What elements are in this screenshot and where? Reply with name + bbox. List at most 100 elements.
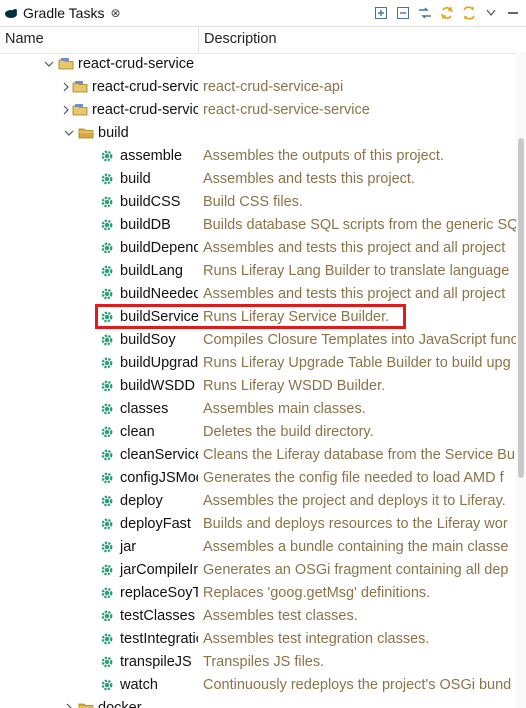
- task-row[interactable]: cleanServiceBuilder Cleans the Liferay da…: [0, 443, 516, 466]
- gear-icon: [100, 494, 114, 508]
- gear-icon: [100, 517, 114, 531]
- row-name: assemble: [120, 147, 183, 164]
- tree-node-row[interactable]: docker: [0, 696, 516, 708]
- row-description: [203, 696, 516, 708]
- task-row[interactable]: buildCSS Build CSS files.: [0, 190, 516, 213]
- column-name-header[interactable]: Name: [5, 31, 44, 47]
- task-row[interactable]: buildLang Runs Liferay Lang Builder to tr…: [0, 259, 516, 282]
- name-cell: replaceSoyTranslation: [100, 581, 198, 604]
- task-row[interactable]: deploy Assembles the project and deploys …: [0, 489, 516, 512]
- row-description: react-crud-service-api: [203, 78, 344, 95]
- task-row[interactable]: deployFast Builds and deploys resources t…: [0, 512, 516, 535]
- tab-gradle-tasks[interactable]: Gradle Tasks ⊗: [0, 0, 127, 25]
- highlight-box: [95, 304, 406, 329]
- gear-icon: [100, 678, 114, 692]
- task-row[interactable]: build Assembles and tests this project.: [0, 167, 516, 190]
- row-name: transpileJS: [120, 653, 192, 670]
- tree-node-row[interactable]: react-crud-service-api react-crud-service…: [0, 75, 516, 98]
- gear-icon: [100, 172, 114, 186]
- row-description: Cleans the Liferay database from the Ser…: [203, 446, 515, 463]
- chevron-down-icon[interactable]: [42, 60, 56, 68]
- name-cell: buildLang: [100, 259, 198, 282]
- tree-node-row[interactable]: build: [0, 121, 516, 144]
- row-description: Continuously redeploys the project's OSG…: [203, 676, 512, 693]
- expand-all-icon[interactable]: [372, 4, 390, 22]
- view-tab-bar: Gradle Tasks ⊗: [0, 0, 526, 27]
- task-row[interactable]: transpileJS Transpiles JS files.: [0, 650, 516, 673]
- task-row[interactable]: classes Assembles main classes.: [0, 397, 516, 420]
- folder-icon: [78, 126, 94, 140]
- task-row[interactable]: assemble Assembles the outputs of this pr…: [0, 144, 516, 167]
- name-cell: buildNeeded: [100, 282, 198, 305]
- task-row[interactable]: watch Continuously redeploys the project'…: [0, 673, 516, 696]
- chevron-right-icon[interactable]: [62, 105, 70, 115]
- project-folder-icon: [72, 103, 88, 117]
- row-description: Assembles the project and deploys it to …: [203, 492, 506, 509]
- name-cell: react-crud-service-service: [62, 98, 198, 121]
- name-cell: build: [100, 167, 198, 190]
- row-description: Transpiles JS files.: [203, 653, 325, 670]
- name-cell: jarCompileInclude: [100, 558, 198, 581]
- folder-icon: [78, 701, 94, 708]
- task-row[interactable]: buildSoy Compiles Closure Templates into …: [0, 328, 516, 351]
- row-description: Generates an OSGi fragment containing al…: [203, 561, 509, 578]
- row-description: Runs Liferay Upgrade Table Builder to bu…: [203, 354, 511, 371]
- gear-icon: [100, 609, 114, 623]
- minimize-icon[interactable]: [504, 4, 522, 22]
- close-icon[interactable]: ⊗: [110, 6, 120, 20]
- column-divider[interactable]: [198, 27, 199, 53]
- row-description: Assembles and tests this project and all…: [203, 285, 506, 302]
- task-row[interactable]: configJSModules Generates the config file…: [0, 466, 516, 489]
- refresh-tasks-icon[interactable]: [438, 4, 456, 22]
- row-name: react-crud-service-service: [92, 101, 198, 118]
- task-row[interactable]: buildNeeded Assembles and tests this proj…: [0, 282, 516, 305]
- gear-icon: [100, 540, 114, 554]
- tree-node-row[interactable]: react-crud-service: [0, 52, 516, 75]
- task-row[interactable]: jarCompileInclude Generates an OSGi fragm…: [0, 558, 516, 581]
- gear-icon: [100, 218, 114, 232]
- row-description: Runs Liferay Lang Builder to translate l…: [203, 262, 510, 279]
- refresh-projects-icon[interactable]: [460, 4, 478, 22]
- view-menu-chevron-down-icon[interactable]: [482, 4, 500, 22]
- chevron-down-icon[interactable]: [62, 129, 76, 137]
- gradle-elephant-icon: [4, 6, 18, 20]
- task-row[interactable]: jar Assembles a bundle containing the mai…: [0, 535, 516, 558]
- row-name: buildWSDD: [120, 377, 195, 394]
- gear-icon: [100, 195, 114, 209]
- row-name: buildDependents: [120, 239, 198, 256]
- task-tree: react-crud-service react-crud-service-api…: [0, 52, 516, 708]
- collapse-all-icon[interactable]: [394, 4, 412, 22]
- vertical-scrollbar[interactable]: [516, 52, 526, 708]
- row-description: Builds database SQL scripts from the gen…: [203, 216, 516, 233]
- task-row[interactable]: replaceSoyTranslation Replaces 'goog.getM…: [0, 581, 516, 604]
- task-row[interactable]: buildUpgradeTable Runs Liferay Upgrade Ta…: [0, 351, 516, 374]
- name-cell: buildSoy: [100, 328, 198, 351]
- row-description: Runs Liferay WSDD Builder.: [203, 377, 386, 394]
- task-row[interactable]: buildDependents Assembles and tests this …: [0, 236, 516, 259]
- name-cell: buildDB: [100, 213, 198, 236]
- gear-icon: [100, 402, 114, 416]
- chevron-right-icon[interactable]: [62, 703, 76, 708]
- scrollbar-thumb[interactable]: [518, 138, 524, 478]
- row-description: react-crud-service-service: [203, 101, 370, 118]
- view-toolbar: [372, 3, 522, 23]
- name-cell: deploy: [100, 489, 198, 512]
- task-row[interactable]: clean Deletes the build directory.: [0, 420, 516, 443]
- name-cell: buildUpgradeTable: [100, 351, 198, 374]
- row-name: build: [120, 170, 151, 187]
- gear-icon: [100, 149, 114, 163]
- task-row[interactable]: testIntegration Assembles test integratio…: [0, 627, 516, 650]
- name-cell: react-crud-service: [42, 52, 198, 75]
- task-row[interactable]: testClasses Assembles test classes.: [0, 604, 516, 627]
- row-description: Assembles test classes.: [203, 607, 358, 624]
- task-row[interactable]: buildDB Builds database SQL scripts from …: [0, 213, 516, 236]
- tree-node-row[interactable]: react-crud-service-service react-crud-ser…: [0, 98, 516, 121]
- name-cell: clean: [100, 420, 198, 443]
- link-with-editor-icon[interactable]: [416, 4, 434, 22]
- task-row[interactable]: buildWSDD Runs Liferay WSDD Builder.: [0, 374, 516, 397]
- chevron-right-icon[interactable]: [62, 82, 70, 92]
- project-folder-icon: [72, 80, 88, 94]
- row-name: classes: [120, 400, 169, 417]
- column-description-header[interactable]: Description: [204, 31, 277, 47]
- row-name: deploy: [120, 492, 163, 509]
